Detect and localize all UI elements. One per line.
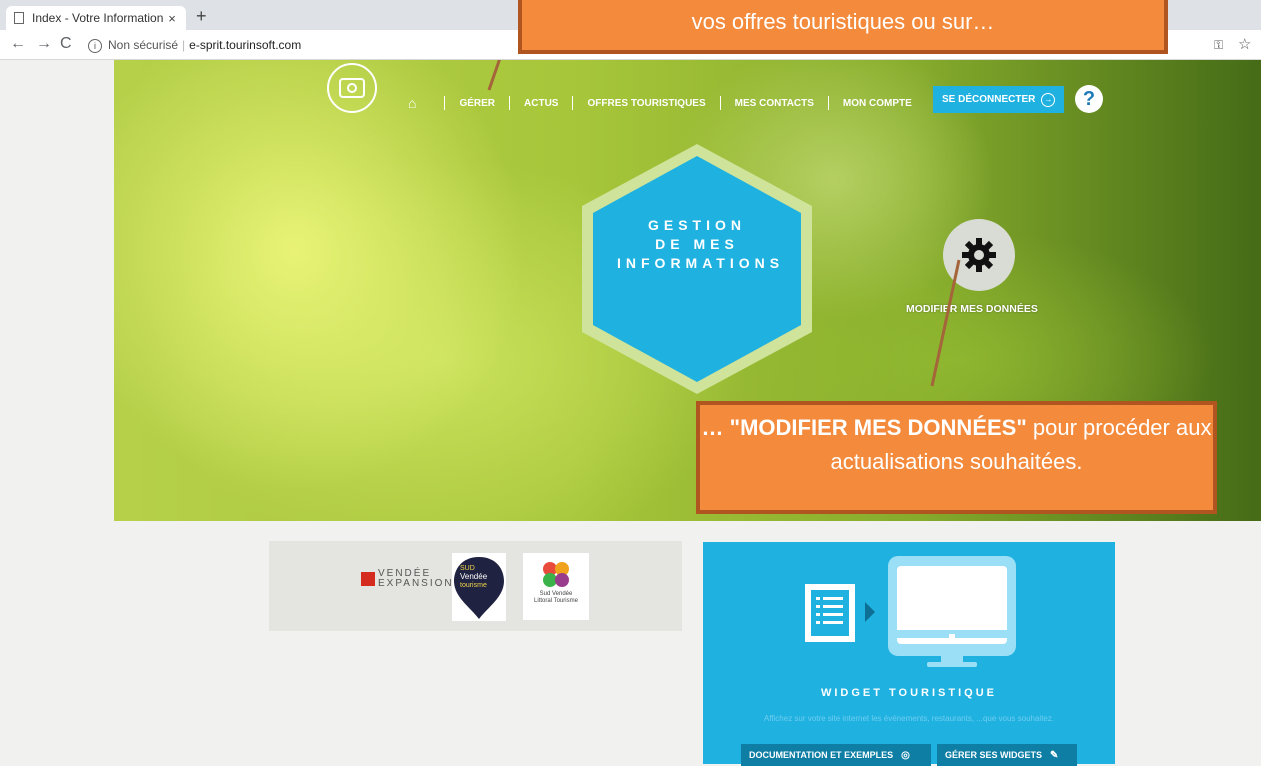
modify-data-button[interactable]: [943, 219, 1015, 291]
documentation-label: DOCUMENTATION ET EXEMPLES: [749, 750, 894, 760]
nav-item-actus[interactable]: ACTUS: [524, 98, 558, 109]
security-label: Non sécurisé: [108, 38, 179, 52]
callout-bottom: … "MODIFIER MES DONNÉES" pour procéder a…: [696, 401, 1217, 514]
modify-data-label[interactable]: MODIFIER MES DONNÉES: [906, 303, 1038, 315]
camera-icon: [339, 78, 365, 98]
help-button[interactable]: ?: [1075, 85, 1103, 113]
widget-description: Affichez sur votre site internet les évé…: [763, 714, 1055, 723]
nav-divider: [572, 96, 574, 110]
forward-icon[interactable]: →: [36, 35, 52, 53]
nav-item-contacts[interactable]: MES CONTACTS: [735, 98, 814, 109]
callout-bottom-bold: … "MODIFIER MES DONNÉES": [701, 415, 1027, 440]
nav-item-offres[interactable]: OFFRES TOURISTIQUES: [587, 98, 705, 109]
widget-title: WIDGET TOURISTIQUE: [820, 687, 998, 699]
new-tab-button[interactable]: +: [196, 6, 207, 26]
widget-illustration: [805, 556, 1016, 667]
eye-icon: ◎: [901, 749, 910, 761]
slt-caption: Sud Vendée Littoral Tourisme: [534, 591, 578, 604]
bookmark-star-icon[interactable]: ☆: [1238, 35, 1251, 53]
back-icon[interactable]: ←: [10, 35, 26, 53]
pencil-icon: ✎: [1050, 749, 1059, 761]
logout-button[interactable]: SE DÉCONNECTER →: [933, 86, 1065, 113]
vendee-expansion-logo[interactable]: VENDÉE EXPANSION: [361, 569, 454, 589]
page-icon: [14, 12, 24, 24]
nav-item-gerer[interactable]: GÉRER: [459, 98, 495, 109]
sud-vendee-text: SUD Vendée tourisme: [460, 565, 488, 589]
sud-vendee-tourisme-logo[interactable]: SUD Vendée tourisme: [452, 553, 506, 621]
arrow-right-icon: →: [1041, 92, 1056, 107]
key-icon[interactable]: ⚿: [1214, 38, 1223, 53]
gear-icon: [962, 238, 996, 272]
site-logo[interactable]: [327, 63, 377, 113]
sud-vendee-littoral-logo[interactable]: Sud Vendée Littoral Tourisme: [523, 553, 589, 620]
manage-widgets-button[interactable]: GÉRER SES WIDGETS ✎: [937, 744, 1077, 766]
main-nav: ⌂ GÉRER ACTUS OFFRES TOURISTIQUES MES CO…: [408, 95, 912, 111]
reload-icon[interactable]: C: [60, 35, 72, 53]
clover-icon: [543, 562, 569, 587]
browser-tab[interactable]: Index - Votre Information Touristi ×: [6, 6, 186, 30]
partners-panel: VENDÉE EXPANSION SUD Vendée tourisme Sud…: [269, 541, 682, 631]
nav-item-compte[interactable]: MON COMPTE: [843, 98, 912, 109]
manage-widgets-label: GÉRER SES WIDGETS: [945, 750, 1043, 760]
close-tab-icon[interactable]: ×: [164, 11, 180, 26]
callout-top-text: vos offres touristiques ou sur…: [691, 9, 995, 34]
nav-divider: [827, 96, 829, 110]
logout-label: SE DÉCONNECTER: [942, 94, 1036, 105]
vendee-heart-icon: [361, 572, 375, 586]
nav-divider: [509, 96, 511, 110]
callout-top: vos offres touristiques ou sur…: [518, 0, 1168, 54]
info-icon[interactable]: i: [88, 39, 102, 53]
documentation-button[interactable]: DOCUMENTATION ET EXEMPLES ◎: [741, 744, 931, 766]
hexagon-title: GESTION DE MES INFORMATIONS: [617, 217, 785, 271]
url-text: e-sprit.tourinsoft.com: [189, 38, 302, 52]
nav-divider: [444, 96, 446, 110]
url-field[interactable]: i Non sécurisé | e-sprit.tourinsoft.com: [88, 38, 301, 53]
widget-panel: WIDGET TOURISTIQUE Affichez sur votre si…: [703, 542, 1115, 766]
hexagon-tile[interactable]: GESTION DE MES INFORMATIONS: [582, 144, 812, 399]
home-icon[interactable]: ⌂: [408, 95, 416, 111]
nav-divider: [719, 96, 721, 110]
tab-title: Index - Votre Information Touristi: [32, 11, 164, 25]
